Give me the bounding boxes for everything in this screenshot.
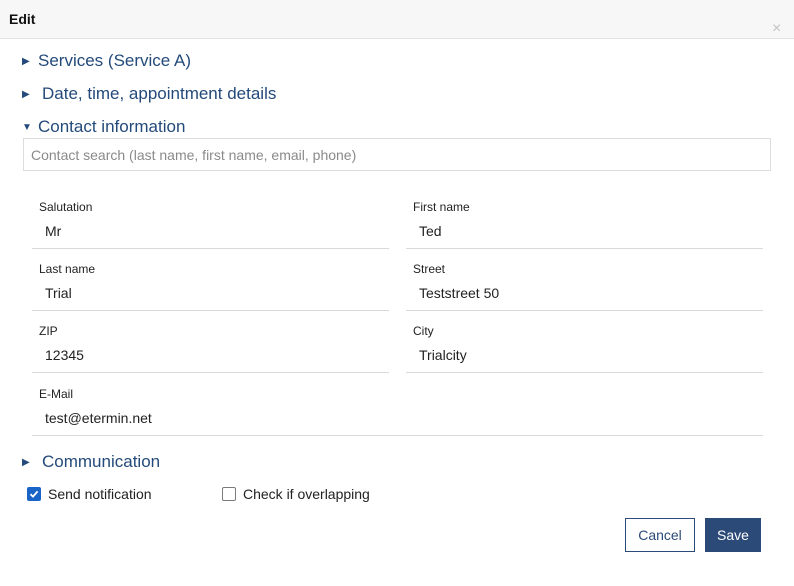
check-overlapping-checkbox[interactable] xyxy=(222,487,236,501)
triangle-down-icon: ▼ xyxy=(22,121,32,133)
save-button[interactable]: Save xyxy=(705,518,761,552)
send-notification-label: Send notification xyxy=(48,486,152,502)
salutation-label: Salutation xyxy=(39,200,93,214)
email-value: test@etermin.net xyxy=(45,410,152,426)
last-name-label: Last name xyxy=(39,262,96,276)
checkmark-icon xyxy=(29,490,39,498)
street-label: Street xyxy=(413,262,446,276)
cancel-button[interactable]: Cancel xyxy=(625,518,695,552)
triangle-right-icon: ▶ xyxy=(22,55,30,67)
check-overlapping-option[interactable]: Check if overlapping xyxy=(222,486,370,502)
close-icon[interactable]: × xyxy=(772,19,781,39)
send-notification-option[interactable]: Send notification xyxy=(27,486,152,502)
section-datetime-label: Date, time, appointment details xyxy=(42,84,277,103)
section-services[interactable]: ▶ Services (Service A) xyxy=(22,50,191,72)
section-contact-label: Contact information xyxy=(38,117,186,136)
check-overlapping-label: Check if overlapping xyxy=(243,486,370,502)
city-label: City xyxy=(413,324,434,338)
dialog-title: Edit xyxy=(9,11,36,27)
city-value: Trialcity xyxy=(419,347,467,363)
section-communication[interactable]: ▶ Communication xyxy=(22,451,160,473)
triangle-right-icon: ▶ xyxy=(22,88,30,100)
zip-value: 12345 xyxy=(45,347,84,363)
salutation-value: Mr xyxy=(45,223,62,239)
section-contact[interactable]: ▼ Contact information xyxy=(22,116,185,138)
email-field[interactable]: E-Mail test@etermin.net xyxy=(32,380,763,436)
zip-label: ZIP xyxy=(39,324,58,338)
first-name-field[interactable]: First name Ted xyxy=(406,193,763,249)
street-value: Teststreet 50 xyxy=(419,285,500,301)
section-datetime[interactable]: ▶ Date, time, appointment details xyxy=(22,83,276,105)
salutation-field[interactable]: Salutation Mr xyxy=(32,193,389,249)
section-services-label: Services (Service A) xyxy=(38,51,192,70)
contact-search-input[interactable] xyxy=(23,138,771,171)
last-name-value: Trial xyxy=(45,285,72,301)
street-field[interactable]: Street Teststreet 50 xyxy=(406,255,763,311)
last-name-field[interactable]: Last name Trial xyxy=(32,255,389,311)
send-notification-checkbox[interactable] xyxy=(27,487,41,501)
section-communication-label: Communication xyxy=(42,452,161,471)
dialog-header: Edit × xyxy=(0,0,794,39)
city-field[interactable]: City Trialcity xyxy=(406,317,763,373)
zip-field[interactable]: ZIP 12345 xyxy=(32,317,389,373)
email-label: E-Mail xyxy=(39,387,74,401)
triangle-right-icon: ▶ xyxy=(22,456,30,468)
first-name-value: Ted xyxy=(419,223,442,239)
first-name-label: First name xyxy=(413,200,470,214)
